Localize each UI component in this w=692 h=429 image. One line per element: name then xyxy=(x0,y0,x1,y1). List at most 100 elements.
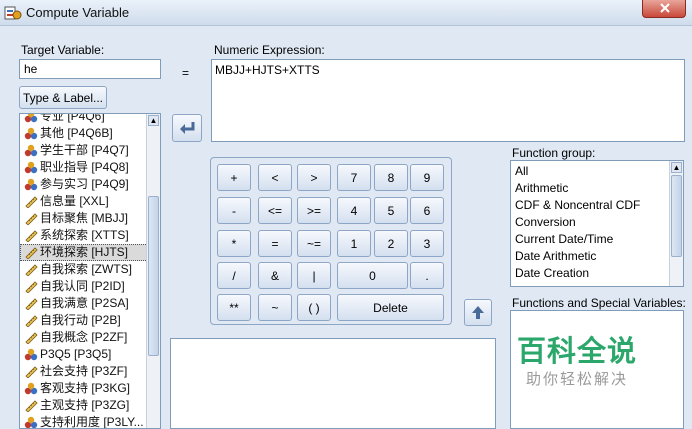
scale-icon xyxy=(24,365,38,379)
numeric-expression-input[interactable]: MBJJ+HJTS+XTTS xyxy=(211,59,685,142)
type-label-button[interactable]: Type & Label... xyxy=(19,86,107,109)
variable-label: 自我概念 [P2ZF] xyxy=(40,330,128,344)
keypad-key-delete[interactable]: Delete xyxy=(337,294,444,321)
keypad-key-le[interactable]: <= xyxy=(258,197,292,224)
variable-list-item[interactable]: 支持利用度 [P3LY... xyxy=(20,414,160,429)
variable-label: 参与实习 [P4Q9] xyxy=(40,177,129,191)
variable-list-item[interactable]: 自我探索 [ZWTS] xyxy=(20,261,160,278)
keypad-key-plus[interactable]: + xyxy=(217,164,251,191)
variable-list-item[interactable]: 客观支持 [P3KG] xyxy=(20,380,160,397)
keypad-key-ge[interactable]: >= xyxy=(297,197,331,224)
function-group-item[interactable]: CDF & Noncentral CDF xyxy=(511,197,683,214)
variable-list-item[interactable]: 自我概念 [P2ZF] xyxy=(20,329,160,346)
keypad-key-one[interactable]: 1 xyxy=(337,230,371,257)
keypad-key-eight[interactable]: 8 xyxy=(374,164,408,191)
variable-list-item[interactable]: 自我行动 [P2B] xyxy=(20,312,160,329)
keypad-key-five[interactable]: 5 xyxy=(374,197,408,224)
variable-list-item[interactable]: 自我满意 [P2SA] xyxy=(20,295,160,312)
keypad-key-pow[interactable]: ** xyxy=(217,294,251,321)
variable-label: P3Q5 [P3Q5] xyxy=(40,347,112,361)
scale-icon xyxy=(24,297,38,311)
watermark-sub-text: 助你轻松解决 xyxy=(525,371,628,388)
arrow-up-icon xyxy=(472,306,484,319)
nominal-icon xyxy=(24,161,38,174)
function-group-label: Function group: xyxy=(512,146,596,160)
variable-list-item[interactable]: 目标聚焦 [MBJJ] xyxy=(20,210,160,227)
keypad-key-six[interactable]: 6 xyxy=(410,197,444,224)
function-group-item[interactable]: Current Date/Time xyxy=(511,231,683,248)
variable-label: 自我探索 [ZWTS] xyxy=(40,262,132,276)
insert-function-button[interactable] xyxy=(464,299,492,326)
function-group-list[interactable]: All Arithmetic CDF & Noncentral CDF Convers… xyxy=(510,160,684,287)
keypad-key-and[interactable]: & xyxy=(258,262,292,289)
keypad-key-minus[interactable]: - xyxy=(217,197,251,224)
function-group-item[interactable]: Date Arithmetic xyxy=(511,248,683,265)
functions-special-vars-label: Functions and Special Variables: xyxy=(512,296,686,310)
variable-list-item[interactable]: 社会支持 [P3ZF] xyxy=(20,363,160,380)
function-group-item[interactable]: Arithmetic xyxy=(511,180,683,197)
variable-label: 职业指导 [P4Q8] xyxy=(40,160,129,174)
scale-icon xyxy=(24,314,38,328)
target-variable-input[interactable] xyxy=(19,59,161,79)
function-group-scrollbar[interactable]: ▲ xyxy=(669,161,683,286)
spss-app-icon xyxy=(4,6,22,20)
numeric-expression-label: Numeric Expression: xyxy=(214,43,325,57)
variable-list[interactable]: 专业 [P4Q6] 其他 [P4Q6B] 学生干部 [P4Q7] 职业指导 [P4Q8… xyxy=(19,113,161,429)
scale-icon xyxy=(24,246,38,260)
scale-icon xyxy=(24,280,38,294)
keypad-key-two[interactable]: 2 xyxy=(374,230,408,257)
variable-list-item[interactable]: 其他 [P4Q6B] xyxy=(20,125,160,142)
keypad-key-or[interactable]: | xyxy=(297,262,331,289)
keypad-key-paren[interactable]: ( ) xyxy=(297,294,331,321)
variable-list-item[interactable]: 信息量 [XXL] xyxy=(20,193,160,210)
variable-label: 学生干部 [P4Q7] xyxy=(40,143,129,157)
fg-scroll-thumb[interactable] xyxy=(671,175,682,257)
keypad-key-seven[interactable]: 7 xyxy=(337,164,371,191)
function-group-item[interactable]: Conversion xyxy=(511,214,683,231)
scale-icon xyxy=(24,212,38,226)
equals-sign: = xyxy=(182,66,190,80)
variable-list-item[interactable]: 环境探索 [HJTS] xyxy=(20,244,160,261)
variable-list-item[interactable]: 系统探索 [XTTS] xyxy=(20,227,160,244)
keypad-key-gt[interactable]: > xyxy=(297,164,331,191)
keypad-key-zero[interactable]: 0 xyxy=(337,262,408,289)
keypad-key-four[interactable]: 4 xyxy=(337,197,371,224)
keypad-key-ne[interactable]: ~= xyxy=(297,230,331,257)
watermark: 百科全说 助你轻松解决 xyxy=(512,335,642,405)
variable-label: 信息量 [XXL] xyxy=(40,194,109,208)
keypad-key-dot[interactable]: . xyxy=(410,262,444,289)
variable-list-item[interactable]: 学生干部 [P4Q7] xyxy=(20,142,160,159)
keypad-key-nine[interactable]: 9 xyxy=(410,164,444,191)
variable-label: 支持利用度 [P3LY... xyxy=(40,415,144,429)
close-button[interactable] xyxy=(642,0,686,18)
function-group-item[interactable]: Date Creation xyxy=(511,265,683,282)
nominal-icon xyxy=(24,416,38,428)
nominal-icon xyxy=(24,127,38,140)
variable-list-item[interactable]: 主观支持 [P3ZG] xyxy=(20,397,160,414)
nominal-icon xyxy=(24,144,38,157)
variable-list-item[interactable]: P3Q5 [P3Q5] xyxy=(20,346,160,363)
target-variable-label: Target Variable: xyxy=(21,43,105,57)
variable-list-item[interactable]: 职业指导 [P4Q8] xyxy=(20,159,160,176)
move-variable-button[interactable] xyxy=(172,114,202,142)
keypad-key-lt[interactable]: < xyxy=(258,164,292,191)
variable-label: 自我认同 [P2ID] xyxy=(40,279,125,293)
variable-label: 客观支持 [P3KG] xyxy=(40,381,131,395)
variable-list-item[interactable]: 专业 [P4Q6] xyxy=(20,114,160,125)
variable-list-scrollbar[interactable]: ▲ xyxy=(146,114,160,428)
scroll-thumb[interactable] xyxy=(148,196,159,356)
keypad-key-mult[interactable]: * xyxy=(217,230,251,257)
fg-scroll-up-icon[interactable]: ▲ xyxy=(671,162,682,173)
keypad-key-div[interactable]: / xyxy=(217,262,251,289)
watermark-main-text: 百科全说 xyxy=(516,336,637,368)
nominal-icon xyxy=(24,178,38,191)
variable-label: 系统探索 [XTTS] xyxy=(40,228,129,242)
keypad-key-not[interactable]: ~ xyxy=(258,294,292,321)
variable-list-item[interactable]: 参与实习 [P4Q9] xyxy=(20,176,160,193)
function-group-item[interactable]: All xyxy=(511,163,683,180)
variable-list-item[interactable]: 自我认同 [P2ID] xyxy=(20,278,160,295)
keypad-key-eq[interactable]: = xyxy=(258,230,292,257)
keypad-key-three[interactable]: 3 xyxy=(410,230,444,257)
scale-icon xyxy=(24,263,38,277)
scroll-up-icon[interactable]: ▲ xyxy=(148,115,159,126)
